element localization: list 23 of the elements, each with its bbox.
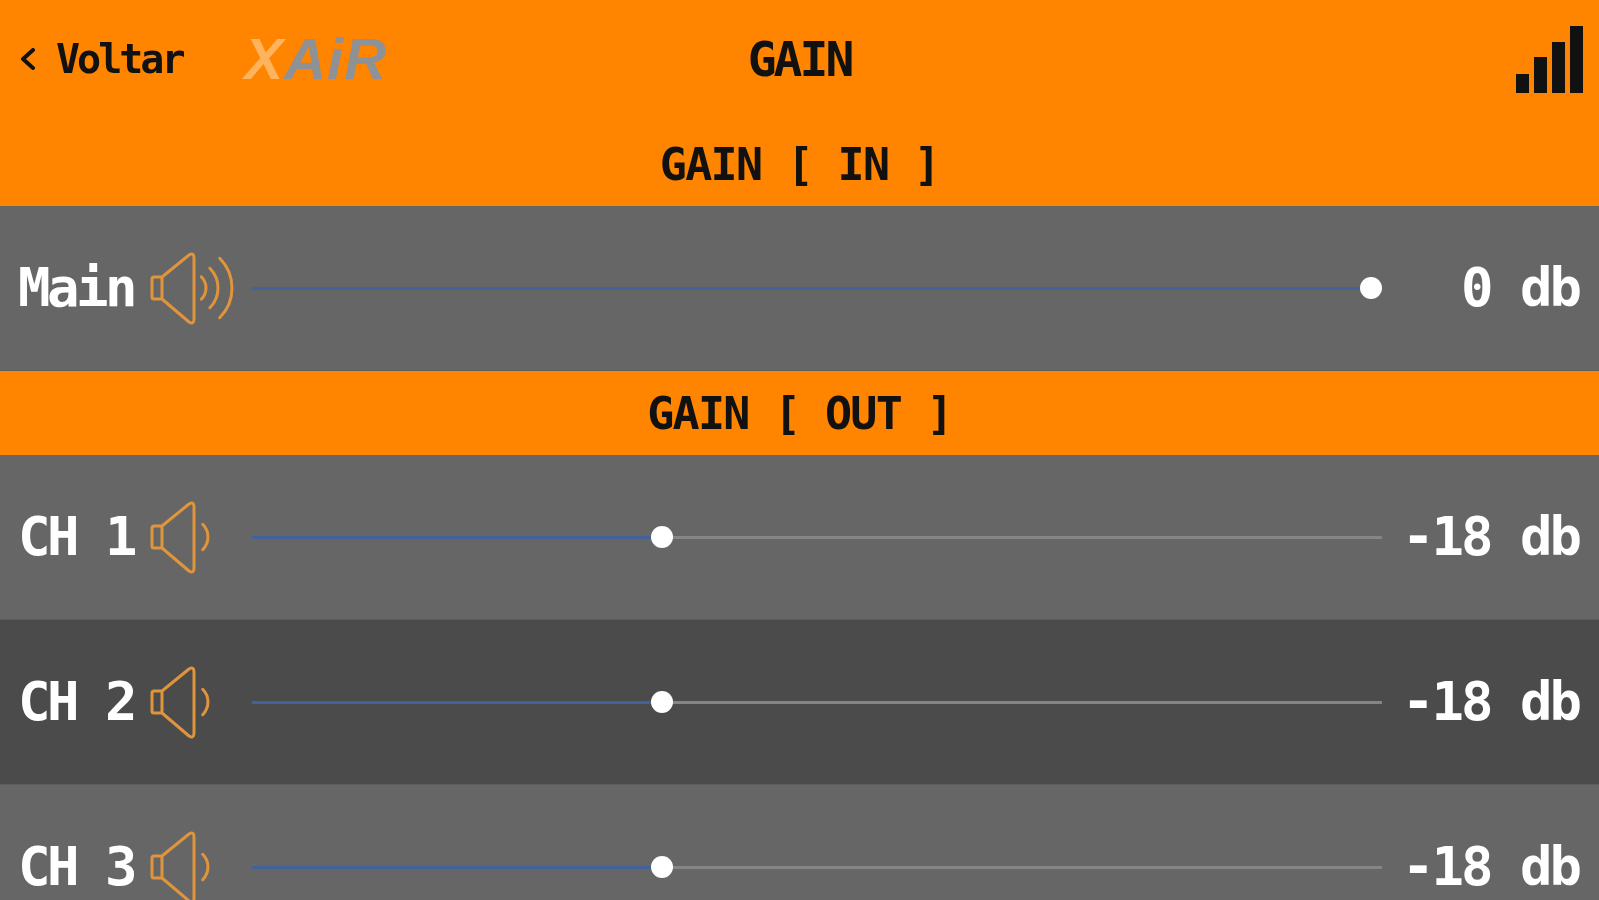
gain-reading: -18 db — [1401, 840, 1579, 894]
speaker-icon — [150, 830, 211, 900]
speaker-icon — [150, 251, 236, 325]
section-title: GAIN [ IN ] — [659, 141, 940, 187]
channel-name: CH 1 — [18, 510, 135, 564]
gain-reading: -18 db — [1401, 510, 1579, 564]
slider-thumb[interactable] — [650, 526, 673, 548]
slider-thumb[interactable] — [650, 856, 673, 878]
channel-name: Main — [18, 261, 135, 315]
gain-reading: -18 db — [1401, 675, 1579, 729]
section-title: GAIN [ OUT ] — [647, 390, 952, 436]
speaker-icon — [150, 665, 211, 739]
page-title: GAIN — [747, 35, 852, 83]
signal-bars-icon — [1516, 25, 1583, 93]
logo: XAiR — [244, 30, 388, 88]
slider-thumb[interactable] — [650, 691, 673, 713]
slider-thumb[interactable] — [1360, 277, 1382, 299]
back-button[interactable]: Voltar — [20, 39, 183, 79]
chevron-left-icon — [20, 48, 36, 70]
channel-name: CH 3 — [18, 840, 135, 894]
speaker-icon — [150, 500, 211, 574]
gain-reading: 0 db — [1460, 261, 1579, 315]
channel-name: CH 2 — [18, 675, 135, 729]
